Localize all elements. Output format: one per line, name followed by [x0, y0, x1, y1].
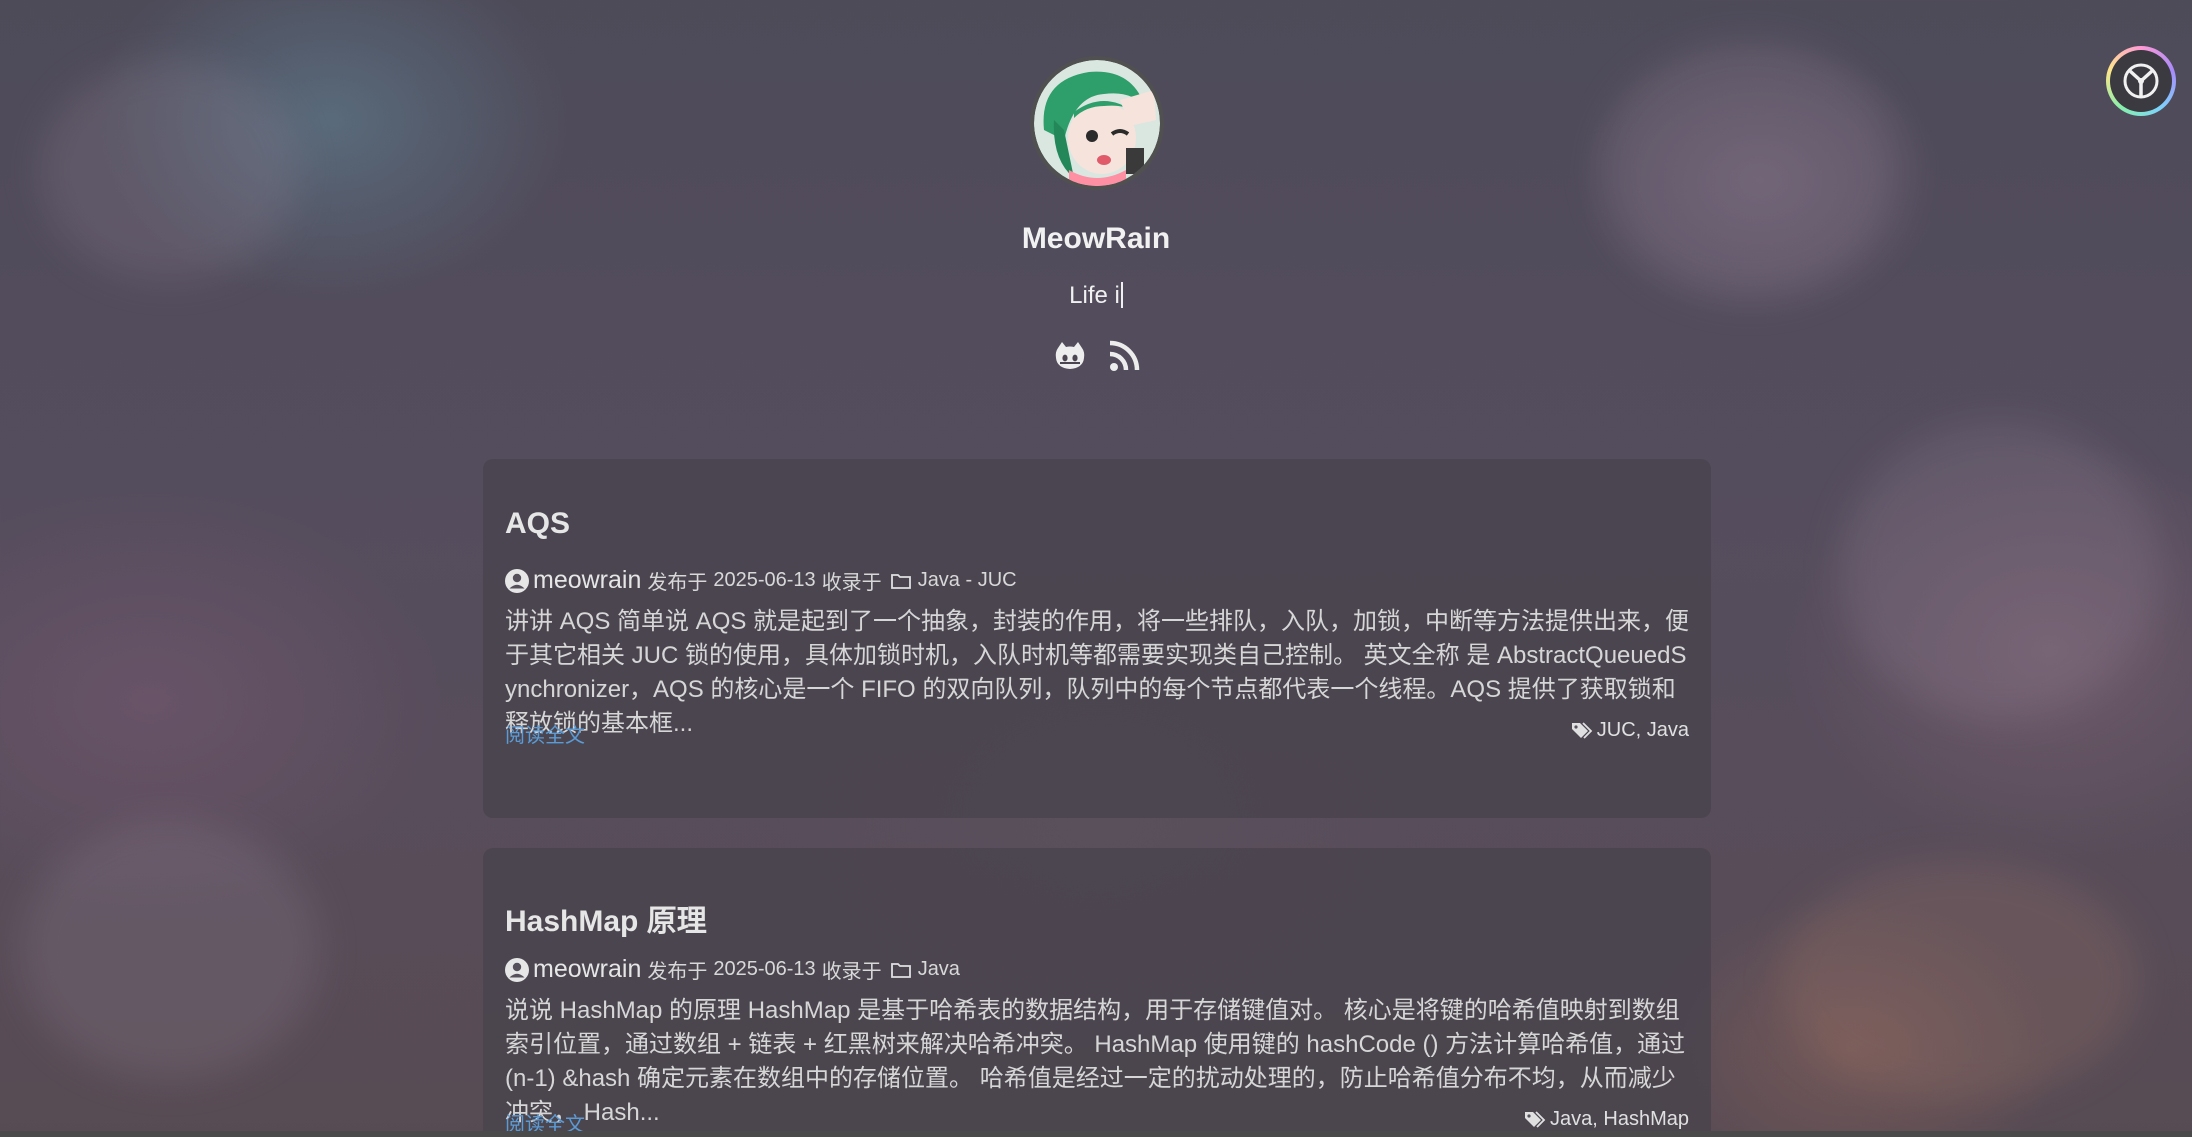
post-date: 2025-06-13: [713, 958, 816, 980]
user-icon: [505, 957, 529, 982]
post-meta: meowrain 发布于 2025-06-13 收录于 Java: [505, 955, 960, 984]
post-date: 2025-06-13: [713, 569, 816, 591]
category-prefix: 收录于: [821, 961, 882, 983]
tags-icon: [1525, 1110, 1546, 1128]
tag-list[interactable]: JUC, Java: [1597, 719, 1689, 742]
user-icon: [505, 568, 529, 593]
post-excerpt: 讲讲 AQS 简单说 AQS 就是起到了一个抽象，封装的作用，将一些排队，入队，…: [505, 608, 1690, 737]
post-title[interactable]: HashMap 原理: [505, 896, 707, 940]
post-meta: meowrain 发布于 2025-06-13 收录于 Java - JUC: [505, 566, 1017, 595]
folder-icon: [890, 962, 911, 978]
post-author[interactable]: meowrain: [533, 566, 641, 595]
rss-icon[interactable]: [1106, 338, 1142, 374]
category-prefix: 收录于: [821, 572, 882, 594]
tag-list[interactable]: Java, HashMap: [1550, 1108, 1689, 1131]
post-category[interactable]: Java - JUC: [918, 569, 1017, 592]
folder-icon: [890, 573, 911, 589]
post-excerpt: 说说 HashMap 的原理 HashMap 是基于哈希表的数据结构，用于存储键…: [505, 997, 1686, 1126]
github-icon[interactable]: [1052, 338, 1088, 374]
published-prefix: 发布于: [647, 961, 708, 983]
post-category[interactable]: Java: [918, 958, 960, 981]
post-author[interactable]: meowrain: [533, 955, 641, 984]
post-tags: JUC, Java: [1571, 719, 1689, 742]
yin-yang-icon: [2110, 50, 2172, 112]
typing-caret: [1120, 282, 1123, 308]
tags-icon: [1571, 721, 1593, 739]
post-card: HashMap 原理 meowrain 发布于 2025-06-13 收录于 J…: [483, 848, 1711, 1137]
theme-toggle-button[interactable]: [2106, 46, 2176, 116]
window-bottom-edge: [0, 1131, 2192, 1137]
published-prefix: 发布于: [647, 572, 708, 594]
avatar-image: [1034, 60, 1160, 186]
avatar[interactable]: [1030, 56, 1164, 190]
post-title[interactable]: AQS: [505, 507, 570, 541]
site-name[interactable]: MeowRain: [0, 222, 2192, 256]
site-subtitle: Life i: [0, 282, 2192, 310]
social-links: [1052, 338, 1142, 374]
post-tags: Java, HashMap: [1524, 1108, 1689, 1131]
subtitle-text: Life i: [1069, 282, 1120, 309]
post-card: AQS meowrain 发布于 2025-06-13 收录于 Java - J…: [483, 459, 1711, 818]
read-more-link[interactable]: 阅读全文: [505, 719, 585, 748]
